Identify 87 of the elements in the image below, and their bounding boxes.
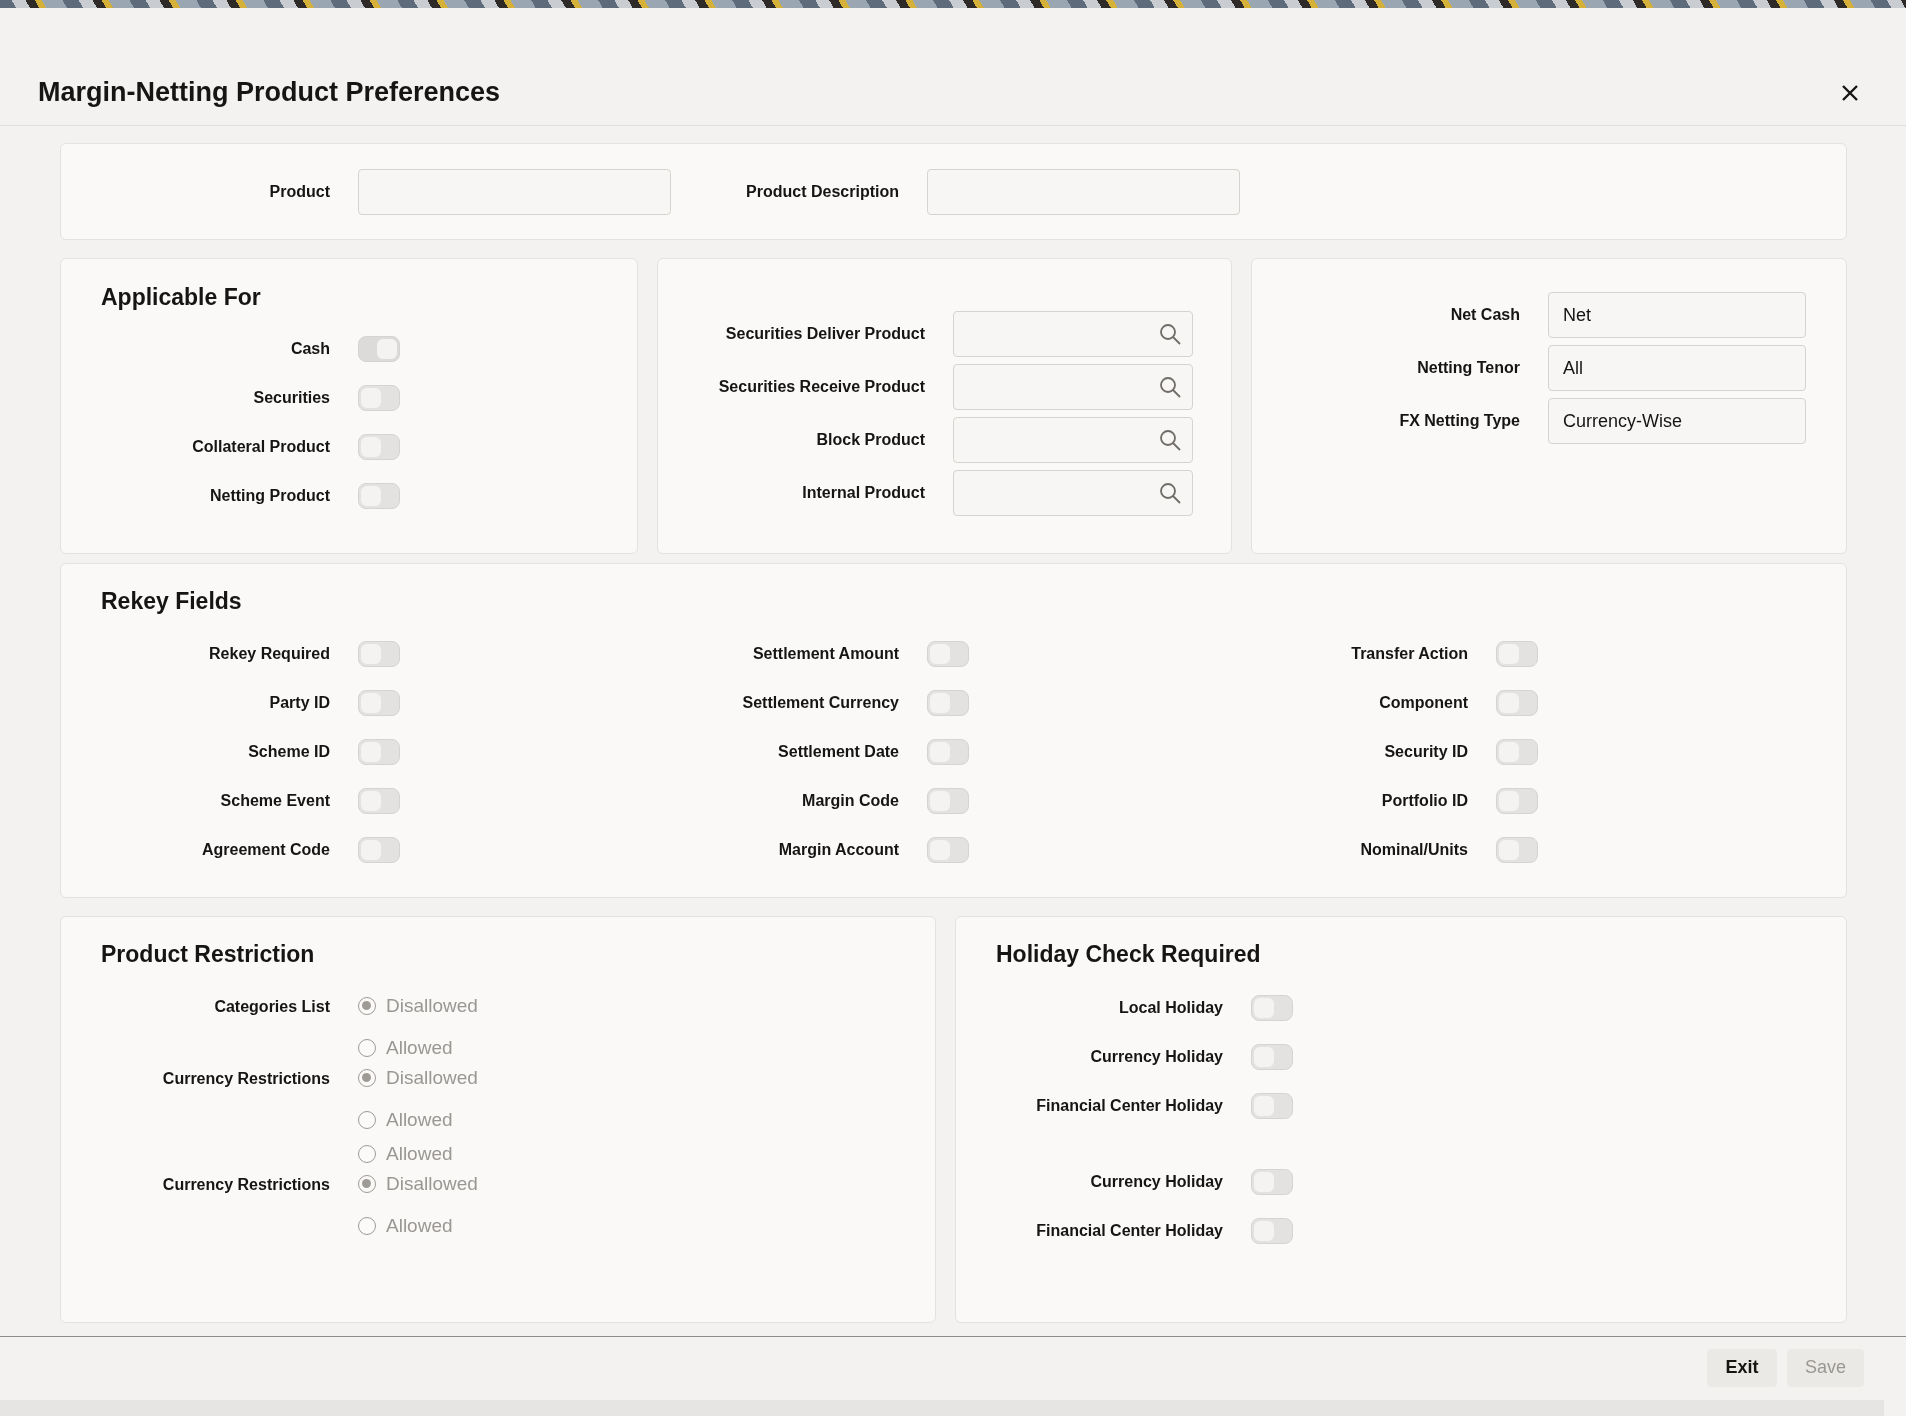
search-icon[interactable] <box>1158 375 1182 399</box>
toggle-label: Component <box>1378 694 1469 712</box>
field-label: Internal Product <box>801 484 926 502</box>
search-icon[interactable] <box>1158 428 1182 452</box>
text-field[interactable]: All <box>1548 345 1806 391</box>
toggle-label: Securities <box>252 389 331 407</box>
section-heading: Holiday Check Required <box>995 941 1262 968</box>
toggle-label: Transfer Action <box>1350 645 1469 663</box>
toggle-switch[interactable] <box>1251 1169 1293 1195</box>
radio-option[interactable]: Allowed <box>358 1142 478 1166</box>
search-icon[interactable] <box>1158 481 1182 505</box>
toggle-switch[interactable] <box>358 739 400 765</box>
toggle-switch[interactable] <box>358 837 400 863</box>
radio-option[interactable]: Allowed <box>358 1108 478 1132</box>
toggle-switch[interactable] <box>1496 739 1538 765</box>
toggle-switch[interactable] <box>1496 641 1538 667</box>
toggle-switch[interactable] <box>1251 995 1293 1021</box>
toggle-label: Scheme ID <box>247 743 331 761</box>
search-icon[interactable] <box>1158 322 1182 346</box>
field-label: Net Cash <box>1449 306 1521 324</box>
search-field[interactable] <box>953 470 1193 516</box>
radio-option[interactable]: Allowed <box>358 1036 478 1060</box>
search-field[interactable] <box>953 417 1193 463</box>
toggle-switch[interactable] <box>358 641 400 667</box>
toggle-switch[interactable] <box>358 483 400 509</box>
toggle-switch[interactable] <box>927 788 969 814</box>
section-heading: Applicable For <box>100 284 262 311</box>
section-heading: Product Restriction <box>100 941 316 968</box>
toggle-label: Settlement Amount <box>751 645 900 663</box>
toggle-switch[interactable] <box>1251 1093 1293 1119</box>
text-field[interactable]: Currency-Wise <box>1548 398 1806 444</box>
footer-button[interactable]: Exit <box>1706 1348 1777 1387</box>
toggle-label: Financial Center Holiday <box>1035 1097 1224 1115</box>
toggle-label: Settlement Currency <box>741 694 900 712</box>
toggle-label: Financial Center Holiday <box>1035 1222 1224 1240</box>
toggle-label: Collateral Product <box>191 438 331 456</box>
toggle-label: Margin Code <box>801 792 900 810</box>
radio-option[interactable]: Disallowed <box>358 1172 478 1196</box>
text-field[interactable] <box>927 168 1240 215</box>
toggle-label: Cash <box>289 340 331 358</box>
toggle-switch[interactable] <box>358 385 400 411</box>
text-field[interactable] <box>358 168 671 215</box>
toggle-label: Margin Account <box>777 841 900 859</box>
close-icon[interactable] <box>1840 82 1860 103</box>
radio-option[interactable]: Disallowed <box>358 994 478 1018</box>
toggle-label: Scheme Event <box>219 792 331 810</box>
toggle-label: Settlement Date <box>777 743 900 761</box>
toggle-switch[interactable] <box>1251 1044 1293 1070</box>
toggle-label: Netting Product <box>209 487 331 505</box>
toggle-switch[interactable] <box>358 690 400 716</box>
field-label: Netting Tenor <box>1416 359 1521 377</box>
text-field[interactable]: Net <box>1548 292 1806 338</box>
toggle-switch[interactable] <box>1496 788 1538 814</box>
toggle-label: Currency Holiday <box>1089 1048 1224 1066</box>
toggle-switch[interactable] <box>927 641 969 667</box>
toggle-switch[interactable] <box>358 434 400 460</box>
toggle-label: Rekey Required <box>208 645 331 663</box>
toggle-switch[interactable] <box>927 837 969 863</box>
window-title: Margin-Netting Product Preferences <box>38 77 501 108</box>
field-label: Securities Deliver Product <box>724 325 926 343</box>
radio-group-label: Currency Restrictions <box>161 1069 331 1088</box>
toggle-switch[interactable] <box>358 336 400 362</box>
radio-group-label: Categories List <box>213 997 331 1016</box>
toggle-label: Local Holiday <box>1117 999 1224 1017</box>
field-label: Product Description <box>745 182 900 201</box>
radio-option[interactable]: Allowed <box>358 1214 478 1238</box>
toggle-switch[interactable] <box>927 690 969 716</box>
toggle-label: Portfolio ID <box>1380 792 1469 810</box>
toggle-label: Security ID <box>1383 743 1469 761</box>
radio-group-label: Currency Restrictions <box>161 1175 331 1194</box>
toggle-label: Nominal/Units <box>1359 841 1469 859</box>
field-label: Securities Receive Product <box>717 378 926 396</box>
field-label: Product <box>268 182 331 201</box>
toggle-switch[interactable] <box>1251 1218 1293 1244</box>
radio-option[interactable]: Disallowed <box>358 1066 478 1090</box>
toggle-switch[interactable] <box>358 788 400 814</box>
toggle-label: Agreement Code <box>200 841 331 859</box>
toggle-label: Party ID <box>268 694 331 712</box>
toggle-switch[interactable] <box>1496 837 1538 863</box>
search-field[interactable] <box>953 364 1193 410</box>
field-label: Block Product <box>815 431 926 449</box>
toggle-switch[interactable] <box>1496 690 1538 716</box>
search-field[interactable] <box>953 311 1193 357</box>
toggle-switch[interactable] <box>927 739 969 765</box>
section-heading: Rekey Fields <box>100 588 243 615</box>
field-label: FX Netting Type <box>1398 412 1521 430</box>
toggle-label: Currency Holiday <box>1089 1173 1224 1191</box>
